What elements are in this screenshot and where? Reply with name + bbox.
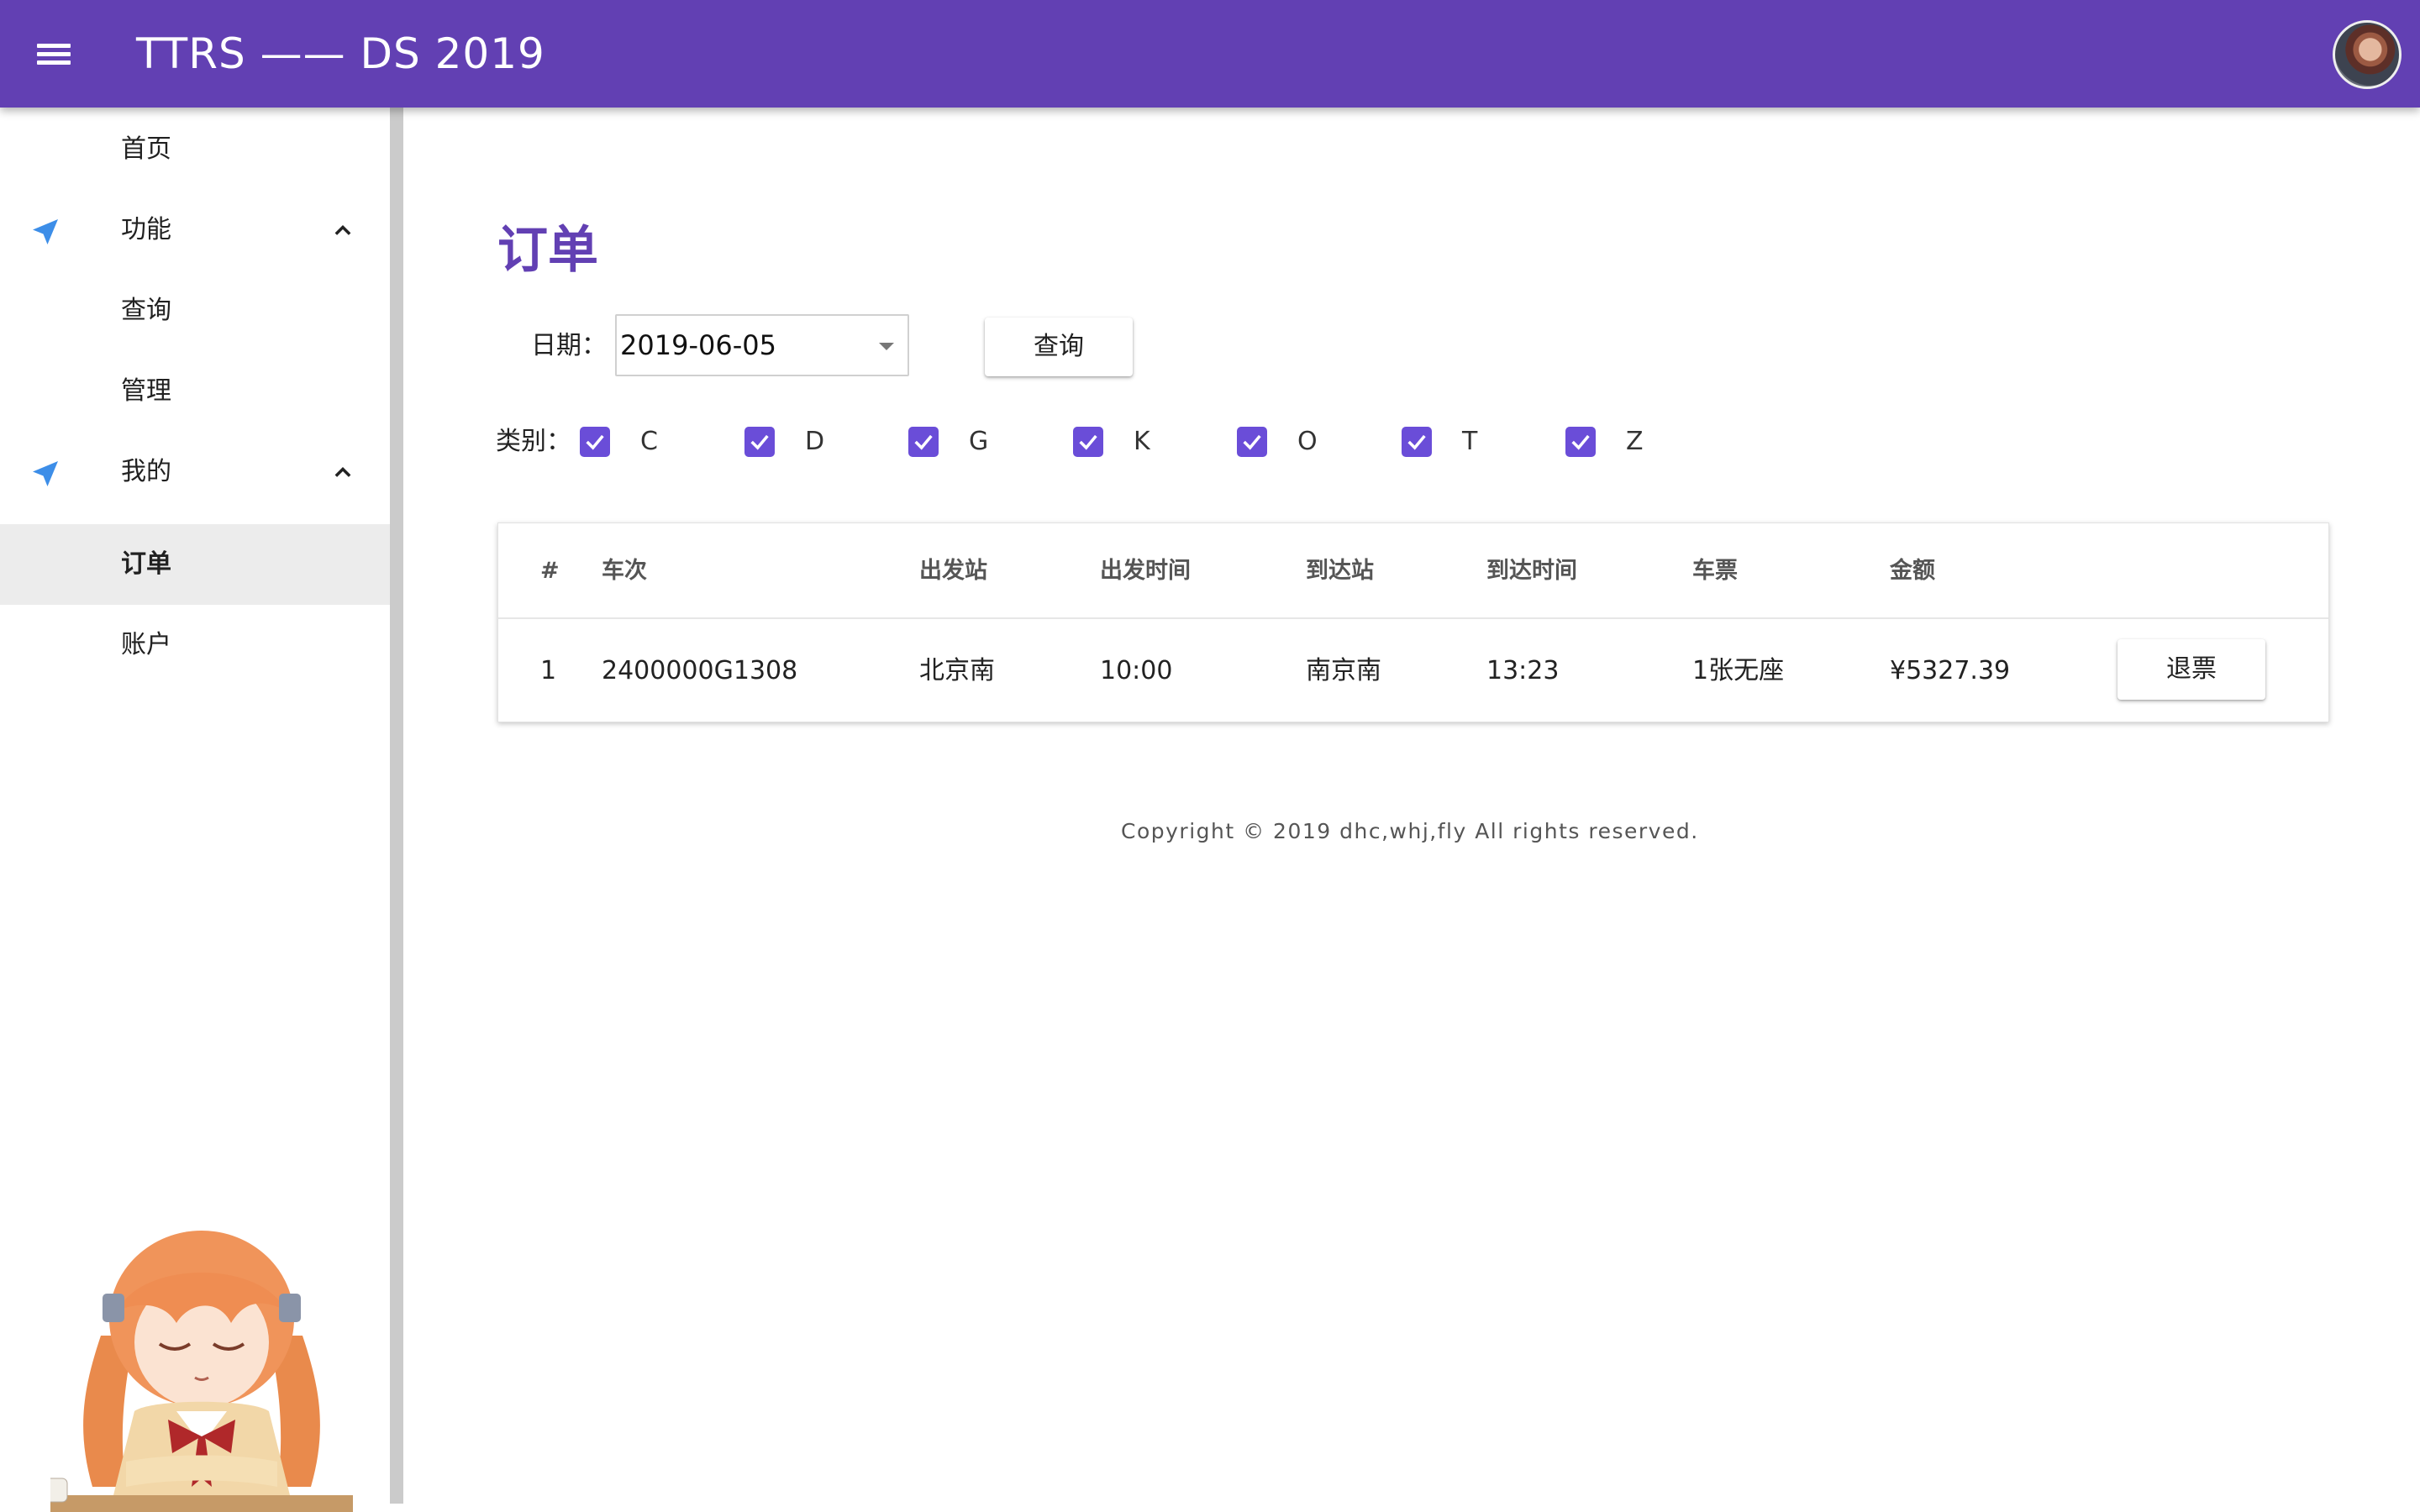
checkbox-checked[interactable] — [1073, 427, 1103, 457]
type-label-text: K — [1134, 427, 1150, 456]
sidebar-group-features[interactable]: 功能 — [0, 190, 390, 270]
cell-arrive: 13:23 — [1486, 656, 1560, 685]
checkmark-icon — [1243, 434, 1261, 450]
column-header: 到达时间 — [1486, 558, 1577, 584]
sidebar-item-label: 账户 — [121, 630, 171, 659]
column-header: 出发站 — [919, 558, 987, 584]
type-label-text: C — [640, 427, 658, 456]
checkbox-checked[interactable] — [744, 427, 775, 457]
sidebar-item-query[interactable]: 查询 — [0, 270, 390, 351]
cell-price: ¥5327.39 — [1890, 656, 2011, 685]
orders-table: # 车次 出发站 出发时间 到达站 到达时间 车票 金额 1 2400000G1… — [497, 522, 2329, 722]
cell-train: 2400000G1308 — [602, 656, 798, 685]
type-label-text: Z — [1626, 427, 1644, 456]
chevron-up-icon[interactable] — [329, 460, 356, 484]
date-label: 日期： — [531, 331, 607, 360]
cell-index: 1 — [540, 656, 557, 685]
checkmark-icon — [914, 434, 933, 450]
navigation-arrow-icon — [33, 461, 58, 486]
sidebar-item-label: 我的 — [121, 457, 171, 486]
sidebar-item-manage[interactable]: 管理 — [0, 351, 390, 432]
refund-button[interactable]: 退票 — [2118, 639, 2265, 700]
checkmark-icon — [750, 434, 769, 450]
column-header: 车次 — [602, 558, 647, 584]
page-title: 订单 — [497, 221, 598, 280]
checkmark-icon — [1571, 434, 1590, 450]
column-header: 出发时间 — [1100, 558, 1191, 584]
sidebar-item-label: 管理 — [121, 376, 171, 406]
checkbox-checked[interactable] — [580, 427, 610, 457]
sidebar-item-label: 查询 — [121, 296, 171, 325]
checkbox-checked[interactable] — [1565, 427, 1596, 457]
sidebar-item-label: 功能 — [121, 215, 171, 244]
checkmark-icon — [586, 434, 604, 450]
type-label-text: G — [969, 427, 989, 456]
type-label-text: D — [805, 427, 825, 456]
cell-to: 南京南 — [1306, 656, 1381, 685]
checkbox-checked[interactable] — [908, 427, 939, 457]
app-title: TTRS —— DS 2019 — [136, 29, 545, 78]
sidebar-scrollbar[interactable] — [390, 108, 403, 1504]
hamburger-menu-icon[interactable] — [34, 37, 76, 71]
app-bar: TTRS —— DS 2019 — [0, 0, 2420, 108]
column-header: 到达站 — [1306, 558, 1374, 584]
sidebar-group-mine[interactable]: 我的 — [0, 432, 390, 512]
query-button[interactable]: 查询 — [985, 318, 1133, 376]
mascot-illustration — [50, 1231, 353, 1512]
navigation-arrow-icon — [33, 219, 58, 244]
dropdown-arrow-icon — [879, 343, 894, 350]
type-label-text: O — [1297, 427, 1318, 456]
date-select-value: 2019-06-05 — [620, 329, 776, 361]
table-row: 1 2400000G1308 北京南 10:00 南京南 13:23 1张无座 … — [498, 619, 2328, 723]
sidebar: 首页 功能 查询 管理 我的 订单 账户 — [0, 108, 390, 1512]
sidebar-item-label: 订单 — [121, 549, 171, 579]
table-header-row: # 车次 出发站 出发时间 到达站 到达时间 车票 金额 — [498, 523, 2328, 619]
cell-ticket: 1张无座 — [1692, 656, 1785, 685]
sidebar-item-label: 首页 — [121, 134, 171, 164]
user-avatar[interactable] — [2333, 20, 2402, 89]
column-header: # — [540, 558, 560, 584]
sidebar-item-home[interactable]: 首页 — [0, 109, 390, 190]
cell-depart: 10:00 — [1100, 656, 1173, 685]
checkbox-checked[interactable] — [1402, 427, 1432, 457]
type-filter-label: 类别： — [496, 427, 571, 456]
column-header: 金额 — [1890, 558, 1935, 584]
footer-copyright: Copyright © 2019 dhc,whj,fly All rights … — [1121, 819, 1699, 843]
column-header: 车票 — [1692, 558, 1738, 584]
checkmark-icon — [1079, 434, 1097, 450]
sidebar-item-orders[interactable]: 订单 — [0, 524, 390, 605]
chevron-up-icon[interactable] — [329, 218, 356, 242]
type-label-text: T — [1462, 427, 1478, 456]
date-select[interactable]: 2019-06-05 — [615, 314, 909, 376]
cell-from: 北京南 — [919, 656, 995, 685]
checkbox-checked[interactable] — [1237, 427, 1267, 457]
checkmark-icon — [1407, 434, 1426, 450]
sidebar-item-account[interactable]: 账户 — [0, 605, 390, 685]
